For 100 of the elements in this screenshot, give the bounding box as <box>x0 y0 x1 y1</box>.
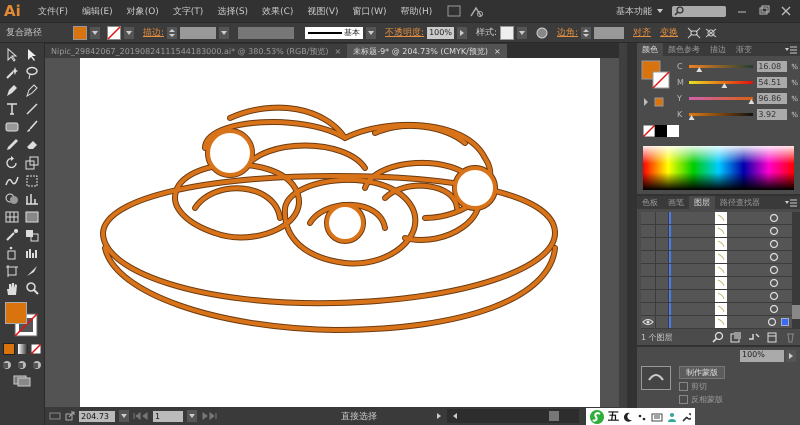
layer-row[interactable] <box>641 225 792 238</box>
artboard-icon[interactable] <box>4 263 20 279</box>
brush-profile-field[interactable]: 基本 <box>305 26 364 38</box>
menu-item[interactable]: 视图(V) <box>300 4 346 18</box>
panel-tab[interactable]: 画笔 <box>663 196 689 209</box>
mask-thumbnail[interactable] <box>641 366 671 390</box>
s-logo-icon[interactable] <box>590 410 604 424</box>
layer-row[interactable] <box>641 238 792 251</box>
person-icon[interactable] <box>667 412 677 422</box>
channel-value-field[interactable]: 96.86 <box>757 93 788 104</box>
pencil-icon[interactable] <box>4 137 20 153</box>
checkbox[interactable] <box>679 382 688 391</box>
panel-menu-icon[interactable] <box>785 46 800 54</box>
layer-row[interactable] <box>641 264 792 277</box>
corner-label[interactable]: 边角: <box>557 26 578 39</box>
slider-thumb[interactable] <box>748 99 754 104</box>
clipping-mask-icon[interactable] <box>730 331 742 343</box>
make-mask-button[interactable]: 制作蒙版 <box>679 366 725 379</box>
opacity-field[interactable]: 100% <box>740 350 784 362</box>
fill-swatch[interactable] <box>73 26 87 40</box>
panel-tab[interactable]: 色板 <box>637 196 663 209</box>
target-circle-icon[interactable] <box>767 317 777 327</box>
draw-mode-icon[interactable] <box>31 360 43 370</box>
workspace-switcher[interactable]: 基本功能 <box>616 4 652 18</box>
target-circle-icon[interactable] <box>769 265 779 275</box>
dropdown-arrow[interactable] <box>456 26 467 38</box>
caret-icon[interactable] <box>656 7 664 15</box>
lasso-icon[interactable] <box>24 65 40 81</box>
target-circle-icon[interactable] <box>769 213 779 223</box>
next-artboard-arrows-icon[interactable] <box>201 412 217 420</box>
spinner-arrows[interactable] <box>581 26 592 38</box>
eyedropper-icon[interactable] <box>4 227 20 243</box>
blend-icon[interactable] <box>24 227 40 243</box>
new-layer-icon[interactable] <box>766 331 778 343</box>
fill-stroke-swatches[interactable] <box>641 60 671 90</box>
document-tab[interactable]: 未标题-9* @ 204.73% (CMYK/预览) × <box>347 44 507 58</box>
no-stroke-swatch[interactable] <box>107 26 121 40</box>
search-field[interactable] <box>672 6 726 16</box>
panel-tab[interactable]: 描边 <box>705 43 731 56</box>
align-link[interactable]: 对齐 <box>633 26 652 39</box>
gradient-mode-button[interactable] <box>18 344 28 354</box>
horizontal-scrollbar[interactable] <box>447 409 579 423</box>
layer-row[interactable] <box>641 316 792 329</box>
input-mode-label[interactable]: 五 <box>608 409 619 424</box>
graph-icon[interactable] <box>24 191 40 207</box>
status-menu-arrow[interactable] <box>435 412 443 420</box>
zoom-field[interactable]: 204.73 <box>79 410 115 422</box>
panel-tab[interactable]: 颜色参考 <box>663 43 705 56</box>
stroke-label[interactable]: 描边: <box>143 26 164 39</box>
slider-thumb[interactable] <box>721 83 728 88</box>
target-circle-icon[interactable] <box>769 278 779 288</box>
channel-value-field[interactable]: 54.51 <box>757 77 788 88</box>
wrench-icon[interactable] <box>681 412 691 422</box>
layer-row[interactable] <box>641 277 792 290</box>
style-swatch[interactable] <box>500 26 514 40</box>
zoom-icon[interactable] <box>24 281 40 297</box>
menu-item[interactable]: 文字(T) <box>166 4 210 18</box>
locate-object-icon[interactable] <box>712 331 724 343</box>
dropdown-arrow[interactable] <box>786 350 796 362</box>
magic-wand-icon[interactable] <box>4 65 20 81</box>
menu-item[interactable]: 文件(F) <box>30 4 75 18</box>
shape-builder-icon[interactable] <box>4 191 20 207</box>
curvature-pen-icon[interactable] <box>24 83 40 99</box>
stroke-weight-field[interactable] <box>180 26 216 38</box>
menu-item[interactable]: 编辑(E) <box>74 4 120 18</box>
none-mode-button[interactable] <box>31 344 41 354</box>
opacity-label[interactable]: 不透明度: <box>385 26 424 39</box>
scroll-left-arrow[interactable] <box>451 412 459 420</box>
checkbox[interactable] <box>679 395 688 404</box>
hand-icon[interactable] <box>4 281 20 297</box>
draw-mode-icon[interactable] <box>16 360 28 370</box>
export-icon[interactable] <box>65 411 75 421</box>
channel-value-field[interactable]: 16.08 <box>757 61 788 72</box>
keyboard-icon[interactable] <box>651 412 663 422</box>
panel-tab[interactable]: 颜色 <box>637 43 663 56</box>
line-segment-icon[interactable] <box>24 101 40 117</box>
target-circle-icon[interactable] <box>769 226 779 236</box>
panel-tab[interactable]: 路径查找器 <box>715 196 765 209</box>
scroll-thumb[interactable] <box>549 411 559 421</box>
variable-width-field[interactable] <box>238 26 294 38</box>
menu-item[interactable]: 对象(O) <box>120 4 166 18</box>
panel-tab[interactable]: 渐变 <box>731 43 757 56</box>
menu-item[interactable]: 选择(S) <box>210 4 256 18</box>
menu-item[interactable]: 帮助(H) <box>394 4 440 18</box>
tab-close-button[interactable]: × <box>334 46 342 56</box>
color-spectrum[interactable] <box>643 146 794 190</box>
color-mode-button[interactable] <box>3 343 15 355</box>
transform-link[interactable]: 变换 <box>660 26 678 39</box>
fill-color-swatch[interactable] <box>5 302 27 324</box>
layer-row[interactable] <box>641 212 792 225</box>
panel-tab[interactable]: 图层 <box>689 196 715 209</box>
gradient-icon[interactable] <box>24 209 40 225</box>
mesh-icon[interactable] <box>4 209 20 225</box>
corner-field[interactable] <box>594 26 624 38</box>
opacity-field[interactable]: 100% <box>427 26 454 38</box>
scale-icon[interactable] <box>24 155 40 171</box>
target-circle-icon[interactable] <box>769 291 779 301</box>
scroll-thumb[interactable] <box>792 305 800 319</box>
menu-item[interactable]: 窗口(W) <box>346 4 394 18</box>
pen-icon[interactable] <box>4 83 20 99</box>
